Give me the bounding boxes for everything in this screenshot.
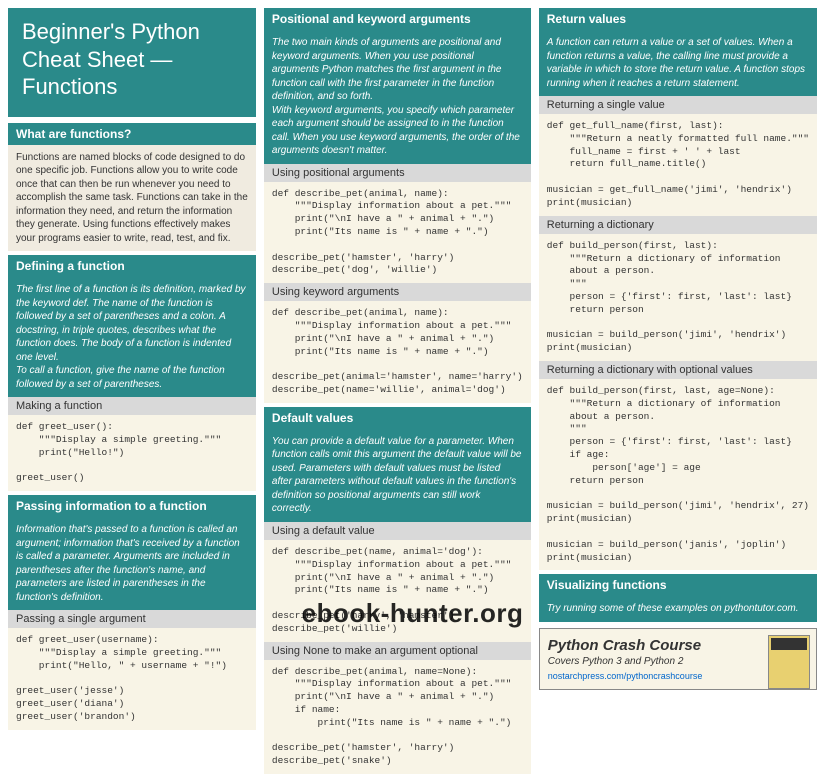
sub-making-function: Making a function	[8, 397, 256, 415]
sub-none-optional: Using None to make an argument optional	[264, 642, 531, 660]
sub-return-dict-optional: Returning a dictionary with optional val…	[539, 361, 817, 379]
main-title: Beginner's Python Cheat Sheet — Function…	[22, 18, 242, 101]
book-cover-icon	[768, 635, 810, 689]
body-return-values: A function can return a value or a set o…	[539, 30, 817, 96]
body-default-values: You can provide a default value for a pa…	[264, 429, 531, 522]
section-what-are-functions: What are functions?	[8, 123, 256, 145]
body-visualizing: Try running some of these examples on py…	[539, 596, 817, 622]
column-2: Positional and keyword arguments The two…	[264, 8, 531, 774]
code-single-arg: def greet_user(username): """Display a s…	[8, 628, 256, 730]
body-defining: The first line of a function is its defi…	[8, 277, 256, 397]
section-passing-info: Passing information to a function	[8, 495, 256, 517]
section-positional-keyword: Positional and keyword arguments	[264, 8, 531, 30]
code-keyword: def describe_pet(animal, name): """Displ…	[264, 301, 531, 403]
section-defining: Defining a function	[8, 255, 256, 277]
section-visualizing: Visualizing functions	[539, 574, 817, 596]
code-return-dict: def build_person(first, last): """Return…	[539, 234, 817, 361]
code-making-function: def greet_user(): """Display a simple gr…	[8, 415, 256, 491]
sub-return-dict: Returning a dictionary	[539, 216, 817, 234]
column-1: Beginner's Python Cheat Sheet — Function…	[8, 8, 256, 774]
body-passing-info: Information that's passed to a function …	[8, 517, 256, 610]
sub-return-single: Returning a single value	[539, 96, 817, 114]
section-default-values: Default values	[264, 407, 531, 429]
main-title-block: Beginner's Python Cheat Sheet — Function…	[8, 8, 256, 117]
sub-keyword: Using keyword arguments	[264, 283, 531, 301]
sub-positional: Using positional arguments	[264, 164, 531, 182]
body-positional-keyword: The two main kinds of arguments are posi…	[264, 30, 531, 164]
book-promo-box: Python Crash Course Covers Python 3 and …	[539, 628, 817, 690]
section-return-values: Return values	[539, 8, 817, 30]
code-none-optional: def describe_pet(animal, name=None): """…	[264, 660, 531, 775]
body-what-are-functions: Functions are named blocks of code desig…	[8, 145, 256, 252]
sub-default-value: Using a default value	[264, 522, 531, 540]
code-return-dict-optional: def build_person(first, last, age=None):…	[539, 379, 817, 570]
cheat-sheet-columns: Beginner's Python Cheat Sheet — Function…	[0, 0, 825, 782]
code-return-single: def get_full_name(first, last): """Retur…	[539, 114, 817, 216]
watermark: ebook-hunter.org	[302, 598, 524, 629]
code-positional: def describe_pet(animal, name): """Displ…	[264, 182, 531, 284]
column-3: Return values A function can return a va…	[539, 8, 817, 774]
sub-single-arg: Passing a single argument	[8, 610, 256, 628]
